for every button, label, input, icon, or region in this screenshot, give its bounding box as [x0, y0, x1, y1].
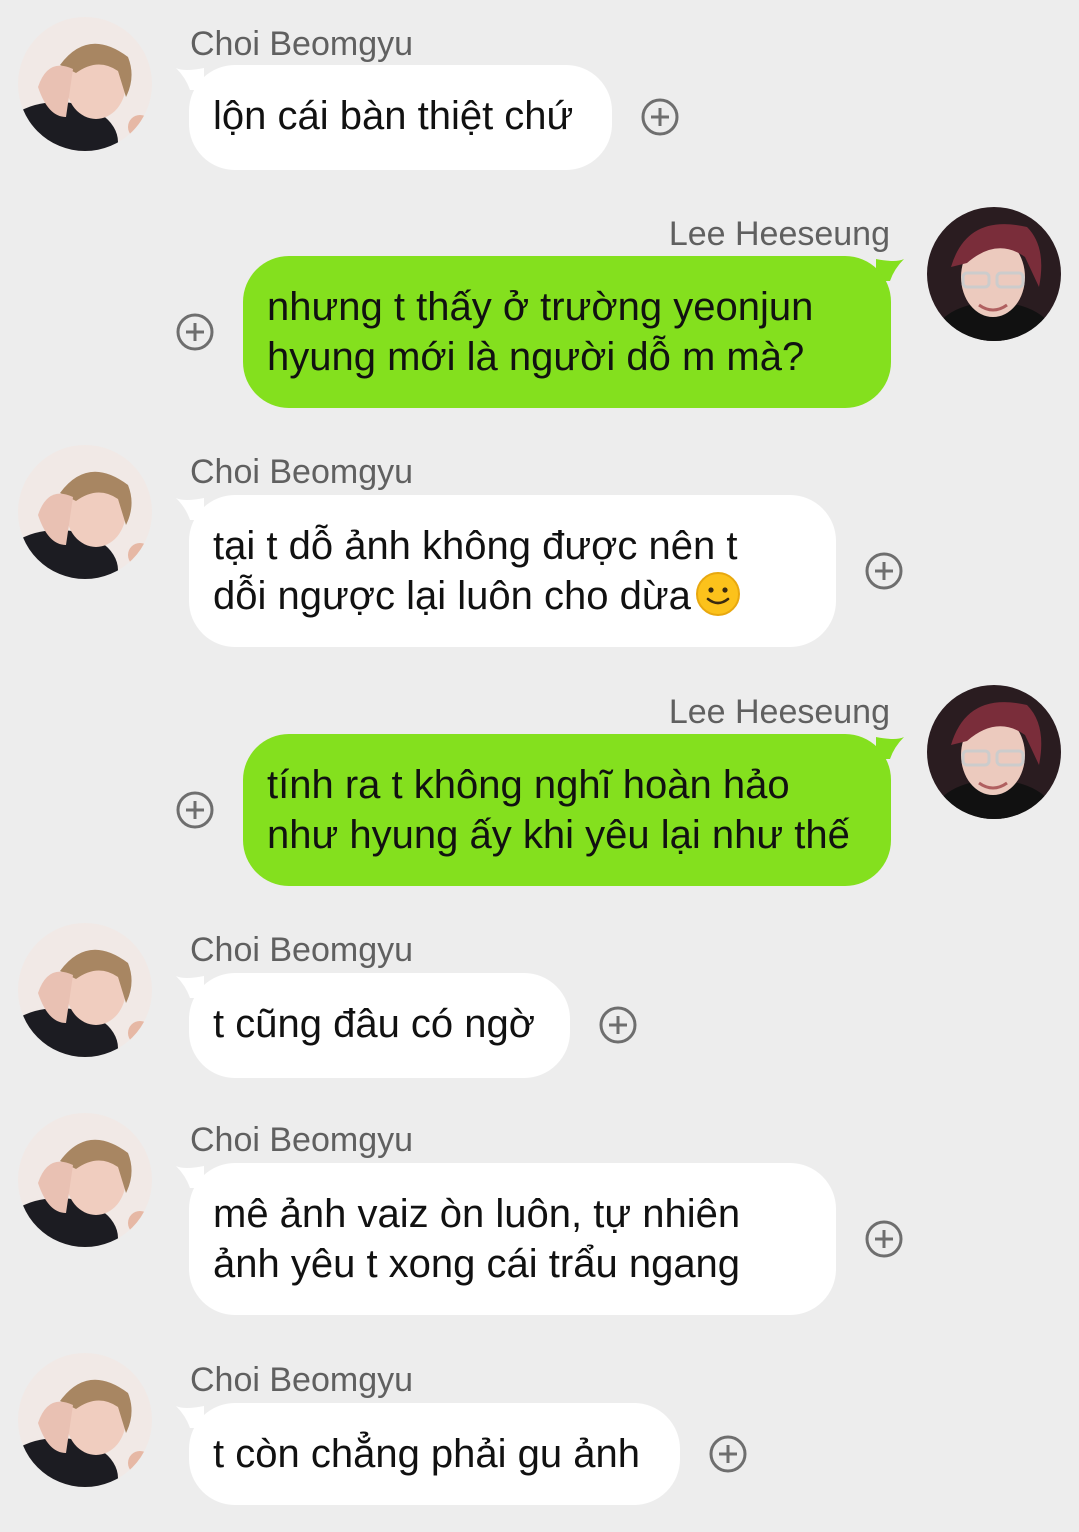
- add-reaction-button[interactable]: [864, 551, 904, 591]
- plus-circle-icon: [176, 313, 214, 351]
- message-text: hyung mới là người dỗ m mà?: [267, 335, 805, 379]
- message-text: như hyung ấy khi yêu lại như thế: [267, 813, 850, 857]
- sender-name: Choi Beomgyu: [190, 931, 414, 969]
- message-text: t còn chẳng phải gu ảnh: [213, 1432, 641, 1476]
- add-reaction-button[interactable]: [175, 312, 215, 352]
- avatar[interactable]: [927, 685, 1061, 819]
- avatar[interactable]: [18, 1353, 152, 1487]
- message-text: dỗi ngược lại luôn cho dừa: [213, 574, 691, 618]
- plus-circle-icon: [641, 98, 679, 136]
- avatar[interactable]: [18, 1113, 152, 1247]
- plus-circle-icon: [599, 1006, 637, 1044]
- add-reaction-button[interactable]: [708, 1434, 748, 1474]
- message-bubble[interactable]: tính ra t không nghĩ hoàn hảo như hyung …: [243, 734, 891, 886]
- sender-name: Lee Heeseung: [668, 693, 890, 731]
- add-reaction-button[interactable]: [175, 790, 215, 830]
- message-bubble[interactable]: t cũng đâu có ngờ: [189, 973, 570, 1078]
- message-text: mê ảnh vaiz òn luôn, tự nhiên: [213, 1192, 741, 1236]
- add-reaction-button[interactable]: [640, 97, 680, 137]
- message-bubble[interactable]: mê ảnh vaiz òn luôn, tự nhiên ảnh yêu t …: [189, 1163, 836, 1315]
- sender-name: Choi Beomgyu: [190, 1121, 414, 1159]
- add-reaction-button[interactable]: [864, 1219, 904, 1259]
- plus-circle-icon: [865, 1220, 903, 1258]
- message-text: tính ra t không nghĩ hoàn hảo: [267, 763, 790, 807]
- avatar[interactable]: [18, 17, 152, 151]
- message-text: ảnh yêu t xong cái trẩu ngang: [213, 1242, 741, 1286]
- add-reaction-button[interactable]: [598, 1005, 638, 1045]
- message-text: t cũng đâu có ngờ: [213, 1002, 536, 1046]
- message-bubble[interactable]: lộn cái bàn thiệt chứ: [189, 65, 612, 170]
- sender-name: Choi Beomgyu: [190, 25, 414, 63]
- slightly-smiling-face-icon: [695, 572, 740, 616]
- message-text: lộn cái bàn thiệt chứ: [213, 94, 574, 138]
- message-text: nhưng t thấy ở trường yeonjun: [267, 285, 814, 329]
- plus-circle-icon: [176, 791, 214, 829]
- sender-name: Choi Beomgyu: [190, 453, 414, 491]
- message-line: dỗi ngược lại luôn cho dừa: [213, 571, 812, 621]
- avatar[interactable]: [927, 207, 1061, 341]
- avatar[interactable]: [18, 445, 152, 579]
- message-text: tại t dỗ ảnh không được nên t: [213, 524, 738, 568]
- message-bubble[interactable]: t còn chẳng phải gu ảnh: [189, 1403, 680, 1505]
- plus-circle-icon: [865, 552, 903, 590]
- sender-name: Choi Beomgyu: [190, 1361, 414, 1399]
- chat-thread: Choi Beomgyu lộn cái bàn thiệt chứ Lee H…: [0, 0, 1079, 1532]
- avatar[interactable]: [18, 923, 152, 1057]
- message-bubble[interactable]: tại t dỗ ảnh không được nên t dỗi ngược …: [189, 495, 836, 647]
- message-bubble[interactable]: nhưng t thấy ở trường yeonjun hyung mới …: [243, 256, 891, 408]
- plus-circle-icon: [709, 1435, 747, 1473]
- sender-name: Lee Heeseung: [668, 215, 890, 253]
